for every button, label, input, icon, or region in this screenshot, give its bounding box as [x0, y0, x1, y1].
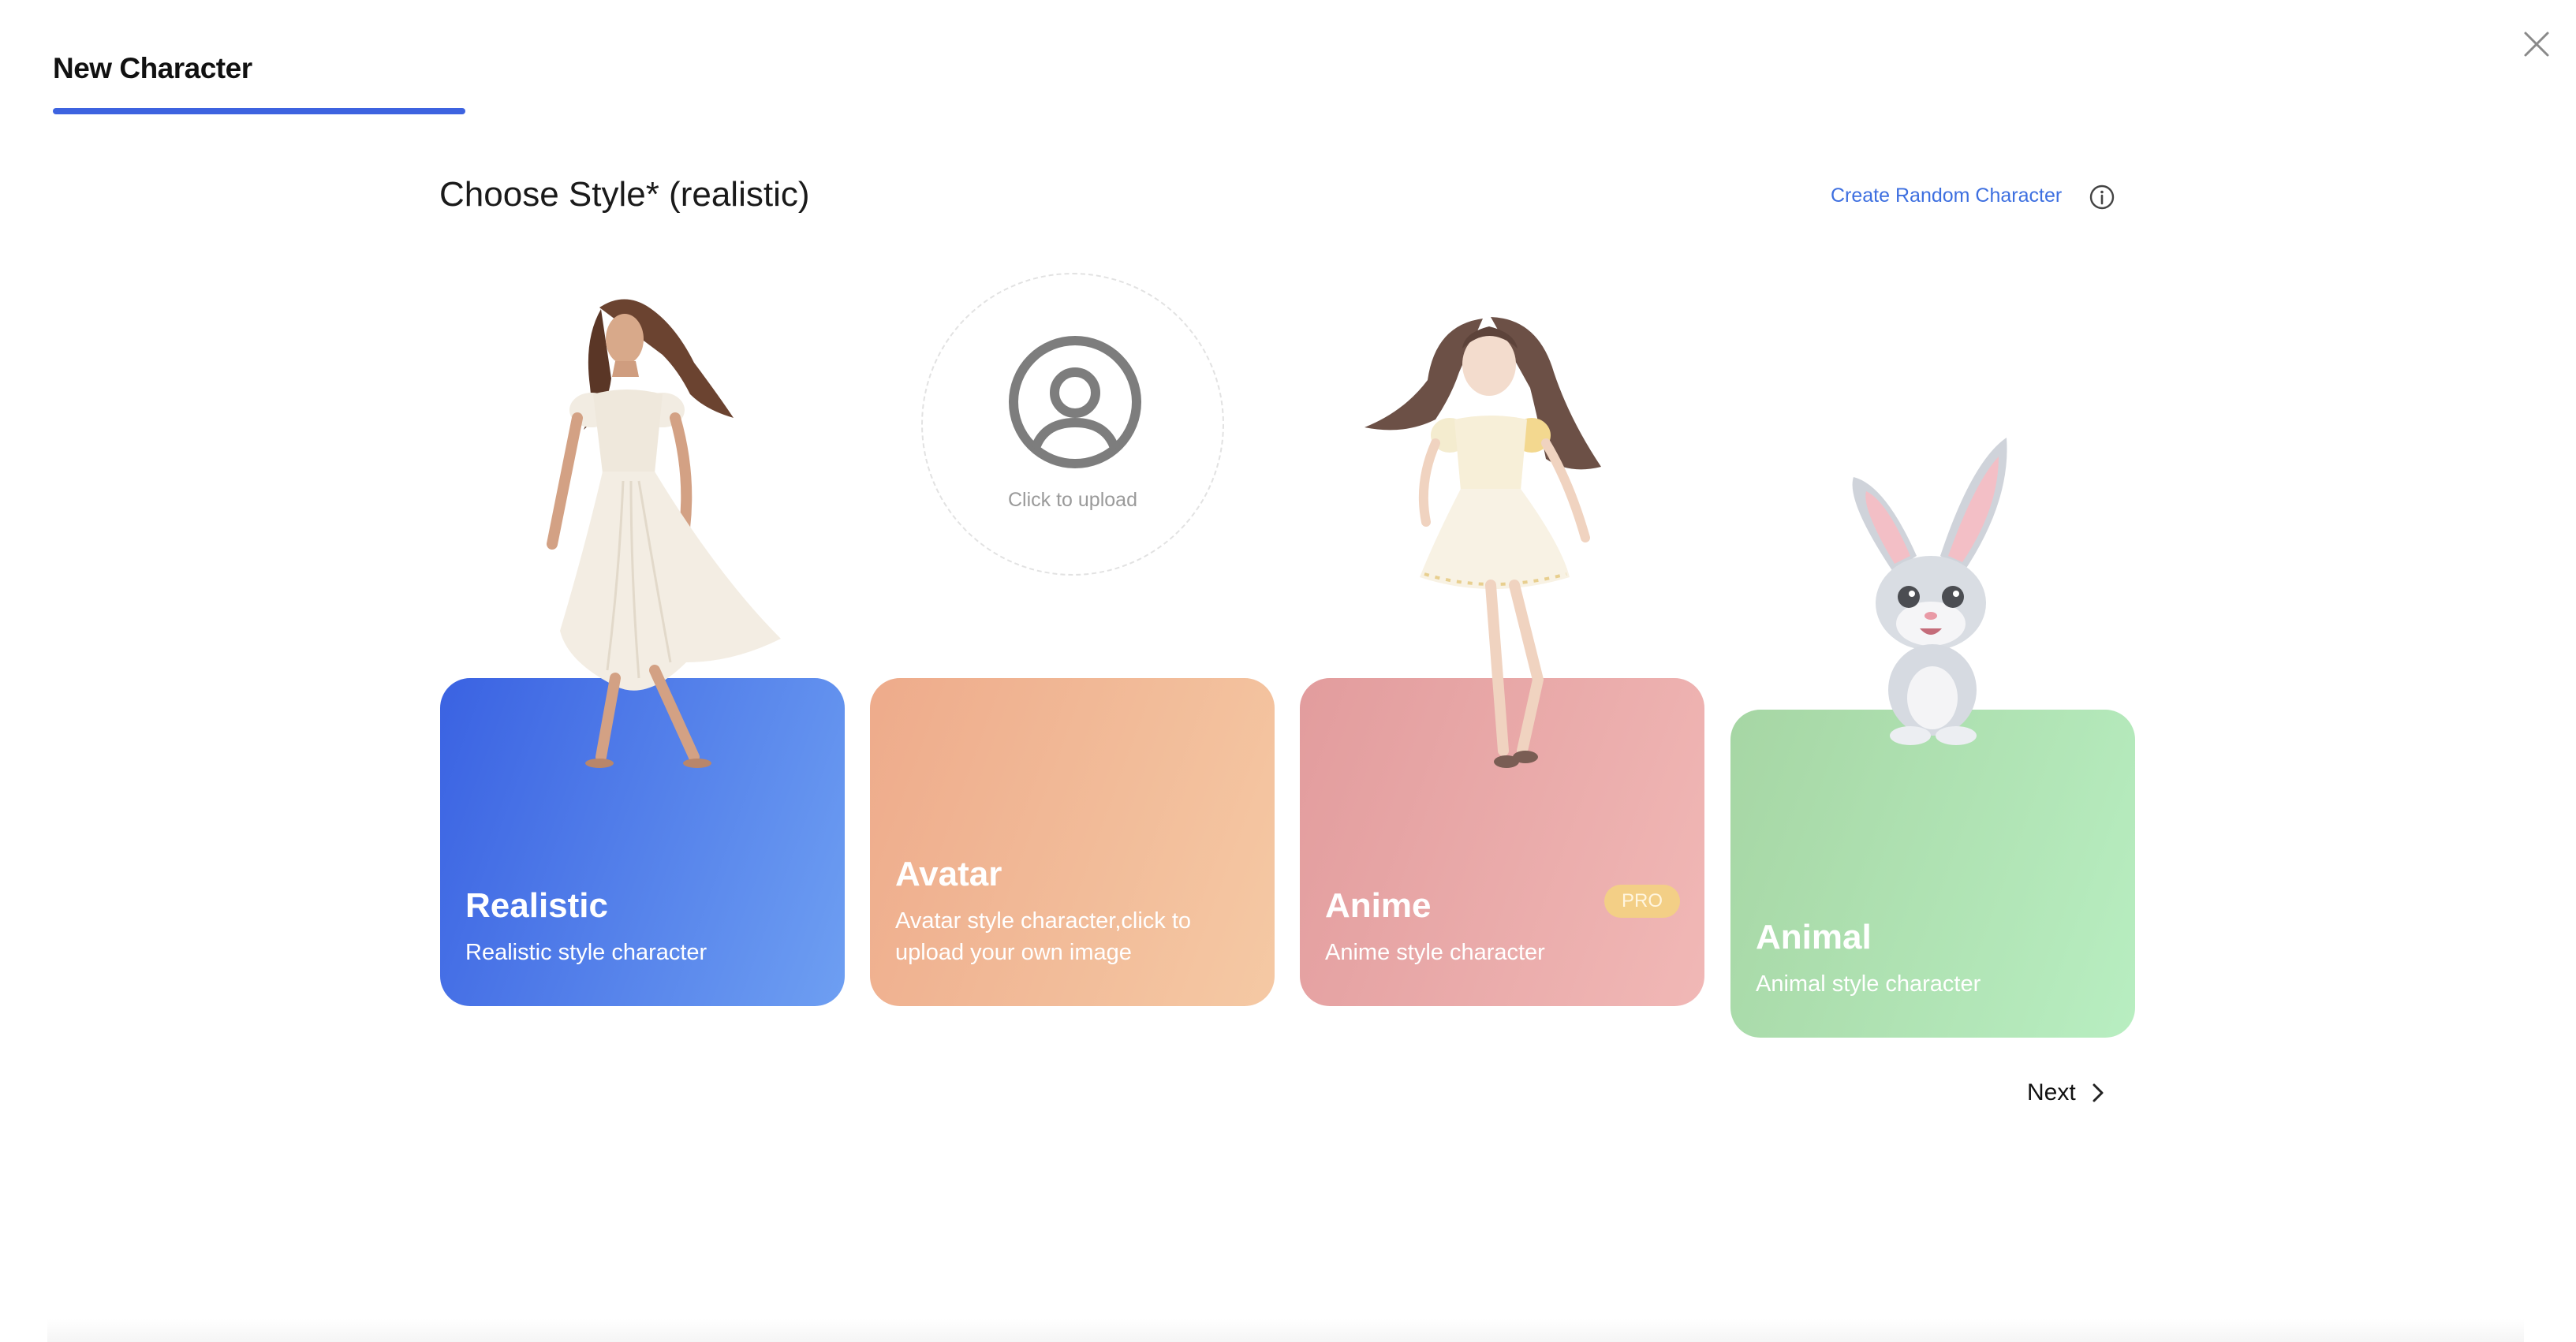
- style-card-animal[interactable]: Animal Animal style character: [1730, 710, 2135, 1038]
- upload-avatar-dropzone[interactable]: Click to upload: [921, 273, 1224, 576]
- card-description: Animal style character: [1756, 971, 1981, 997]
- user-circle-icon: [1009, 336, 1141, 468]
- dialog-bottom-shadow: [47, 1318, 2524, 1342]
- card-title: Anime: [1325, 886, 1432, 925]
- create-random-character-link[interactable]: Create Random Character: [1831, 185, 2062, 207]
- realistic-woman-illustration: [547, 299, 781, 768]
- info-button[interactable]: [2089, 184, 2115, 211]
- tab-new-character[interactable]: New Character: [53, 52, 252, 85]
- tab-active-indicator: [53, 108, 465, 114]
- new-character-dialog: New Character Choose Style* (realistic) …: [0, 0, 2576, 1342]
- card-title: Animal: [1756, 918, 1872, 956]
- upload-hint: Click to upload: [1008, 489, 1137, 511]
- next-button[interactable]: Next: [2027, 1077, 2106, 1109]
- card-description: Avatar style character,click to upload y…: [895, 908, 1192, 965]
- info-icon: [2089, 185, 2115, 210]
- pro-badge: PRO: [1604, 885, 1680, 918]
- close-button[interactable]: [2521, 28, 2552, 60]
- next-label: Next: [2027, 1079, 2076, 1105]
- close-icon: [2524, 32, 2549, 57]
- style-card-avatar[interactable]: Avatar Avatar style character,click to u…: [870, 678, 1275, 1006]
- choose-style-heading: Choose Style* (realistic): [439, 175, 810, 214]
- card-description: Realistic style character: [465, 940, 707, 965]
- anime-girl-illustration: [1365, 317, 1601, 768]
- card-description: Anime style character: [1325, 940, 1545, 965]
- chevron-right-icon: [2093, 1083, 2104, 1102]
- bunny-illustration: [1852, 438, 2007, 745]
- card-title: Avatar: [895, 855, 1002, 893]
- card-title: Realistic: [465, 886, 608, 925]
